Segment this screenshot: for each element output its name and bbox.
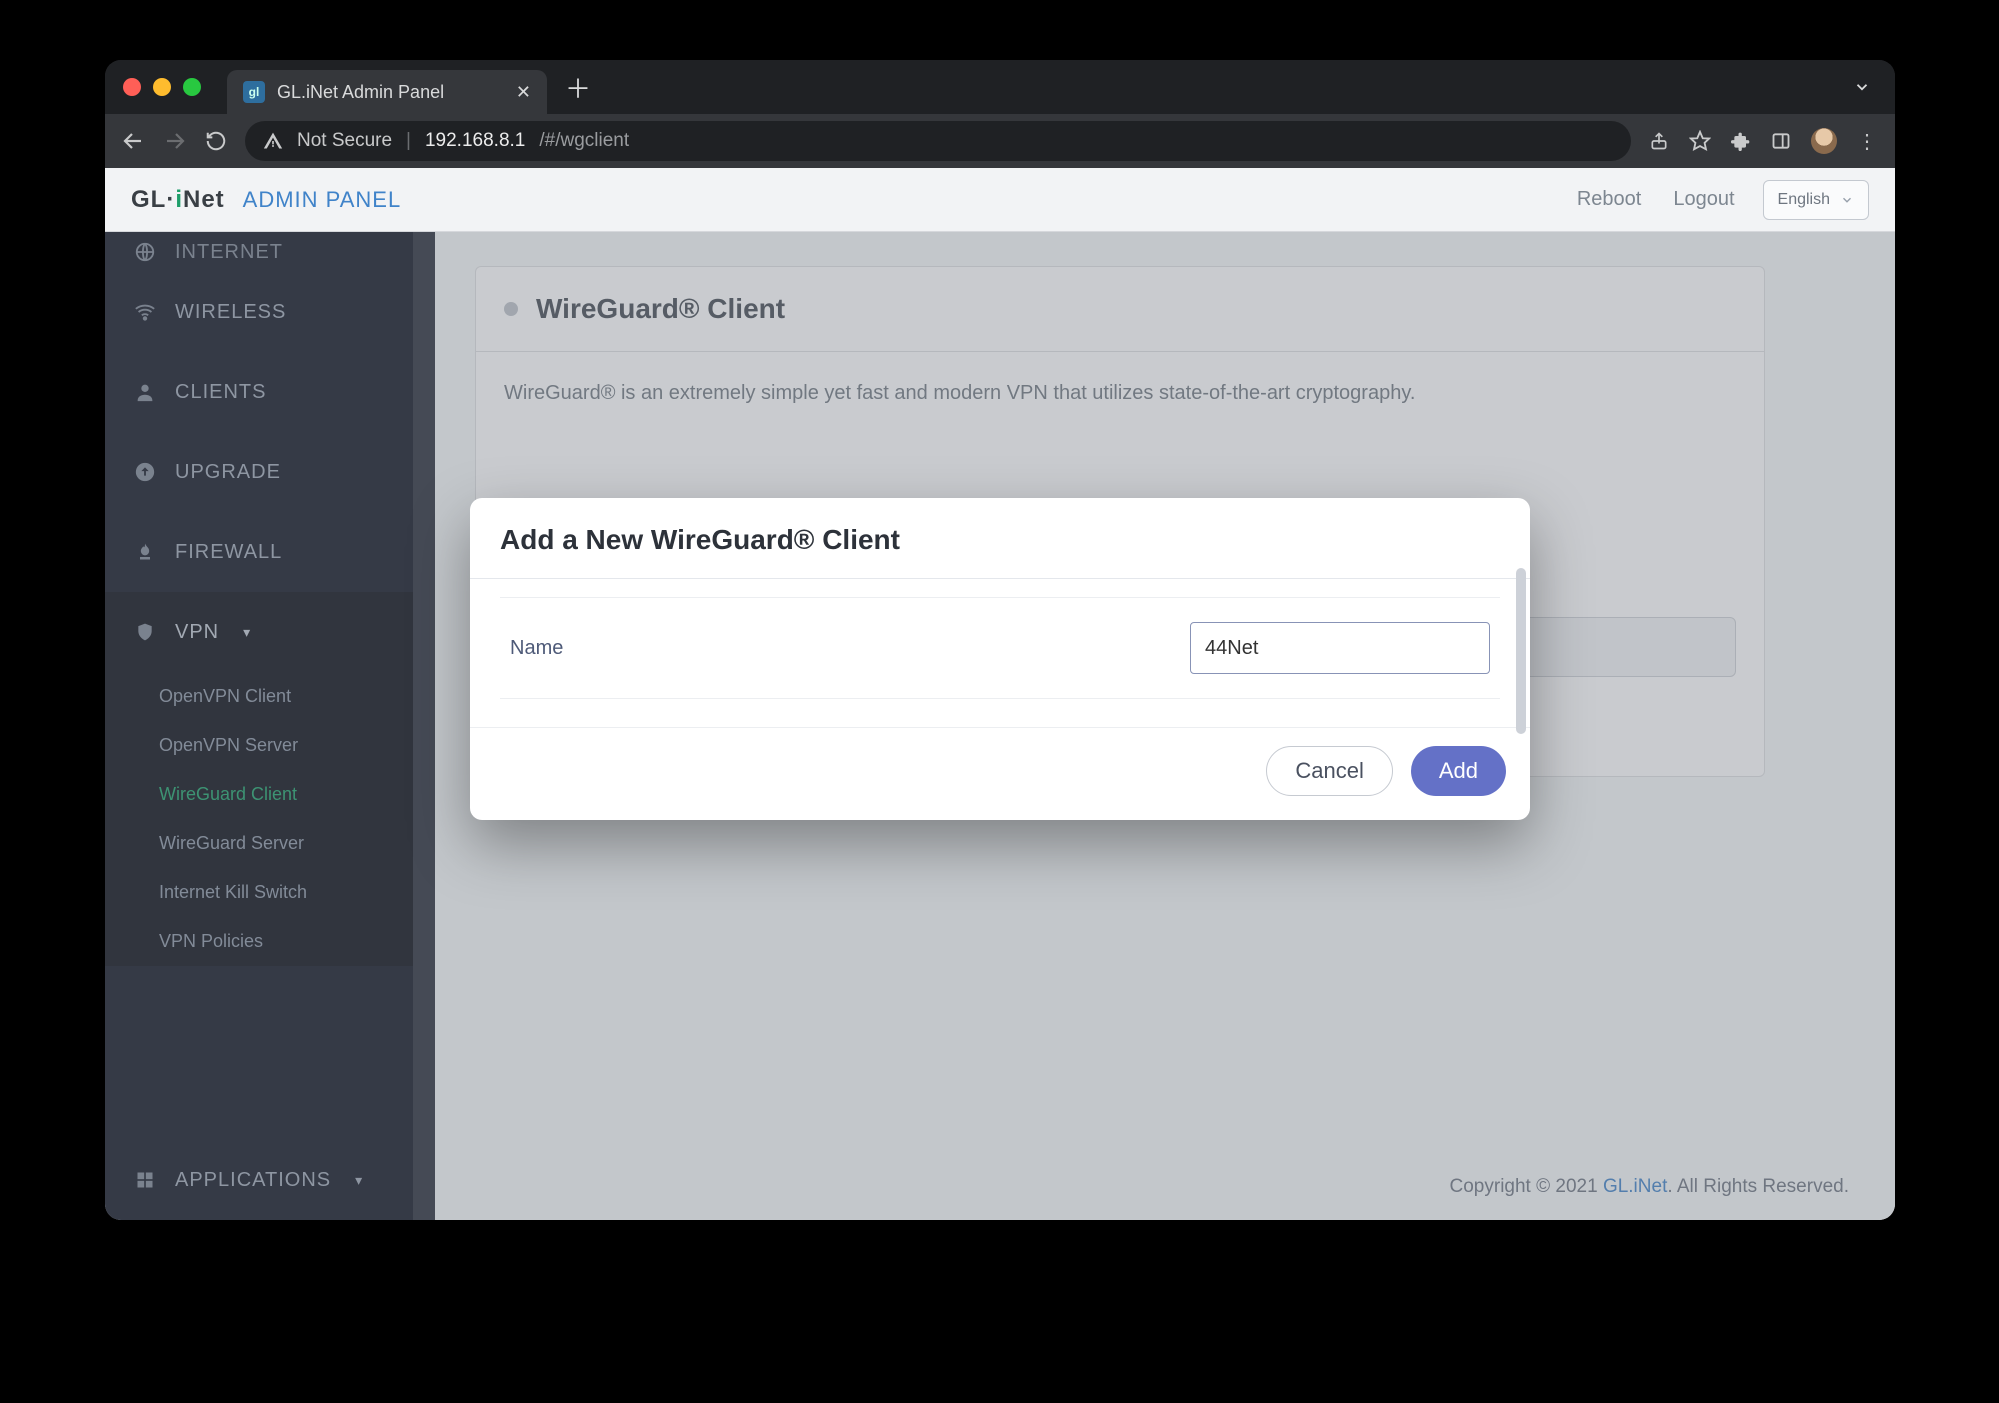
modal-scrollbar[interactable] — [1516, 568, 1526, 734]
panel-icon[interactable] — [1771, 131, 1791, 151]
not-secure-label: Not Secure — [297, 130, 392, 152]
url-separator: | — [406, 130, 411, 152]
window-minimize-icon[interactable] — [153, 78, 171, 96]
tabs-overflow-icon[interactable] — [1853, 78, 1871, 96]
bookmark-icon[interactable] — [1689, 130, 1711, 152]
browser-window: gl GL.iNet Admin Panel ✕ ＋ — [105, 60, 1895, 1220]
nav-forward-button[interactable] — [163, 129, 187, 153]
reboot-link[interactable]: Reboot — [1577, 188, 1642, 211]
logout-link[interactable]: Logout — [1673, 188, 1734, 211]
admin-panel-title: ADMIN PANEL — [243, 187, 402, 213]
tab-close-icon[interactable]: ✕ — [516, 82, 531, 103]
name-label: Name — [510, 637, 563, 660]
profile-avatar[interactable] — [1811, 128, 1837, 154]
reload-button[interactable] — [205, 130, 227, 152]
name-input[interactable] — [1190, 622, 1490, 674]
tab-title: GL.iNet Admin Panel — [277, 82, 504, 103]
url-host: 192.168.8.1 — [425, 130, 525, 152]
tab-strip: gl GL.iNet Admin Panel ✕ ＋ — [105, 60, 1895, 114]
url-input[interactable]: Not Secure | 192.168.8.1 /#/wgclient — [245, 121, 1631, 161]
extensions-icon[interactable] — [1731, 131, 1751, 151]
chevron-down-icon — [1840, 193, 1854, 207]
cancel-button[interactable]: Cancel — [1266, 746, 1392, 796]
not-secure-icon — [263, 131, 283, 151]
app-header: GL·iNet ADMIN PANEL Reboot Logout Englis… — [105, 168, 1895, 232]
add-button[interactable]: Add — [1411, 746, 1506, 796]
address-bar: Not Secure | 192.168.8.1 /#/wgclient ⋮ — [105, 114, 1895, 168]
language-label: English — [1778, 191, 1830, 209]
browser-menu-icon[interactable]: ⋮ — [1857, 129, 1879, 154]
nav-back-button[interactable] — [121, 129, 145, 153]
favicon-icon: gl — [243, 81, 265, 103]
new-tab-button[interactable]: ＋ — [565, 69, 591, 106]
window-close-icon[interactable] — [123, 78, 141, 96]
window-maximize-icon[interactable] — [183, 78, 201, 96]
browser-tab[interactable]: gl GL.iNet Admin Panel ✕ — [227, 70, 547, 114]
modal-title: Add a New WireGuard® Client — [470, 498, 1530, 579]
window-controls[interactable] — [123, 78, 201, 96]
share-icon[interactable] — [1649, 131, 1669, 151]
add-wireguard-modal: Add a New WireGuard® Client Name Cancel … — [470, 498, 1530, 820]
language-select[interactable]: English — [1763, 180, 1869, 220]
brand-logo: GL·iNet — [131, 186, 225, 214]
url-path: /#/wgclient — [539, 130, 629, 152]
